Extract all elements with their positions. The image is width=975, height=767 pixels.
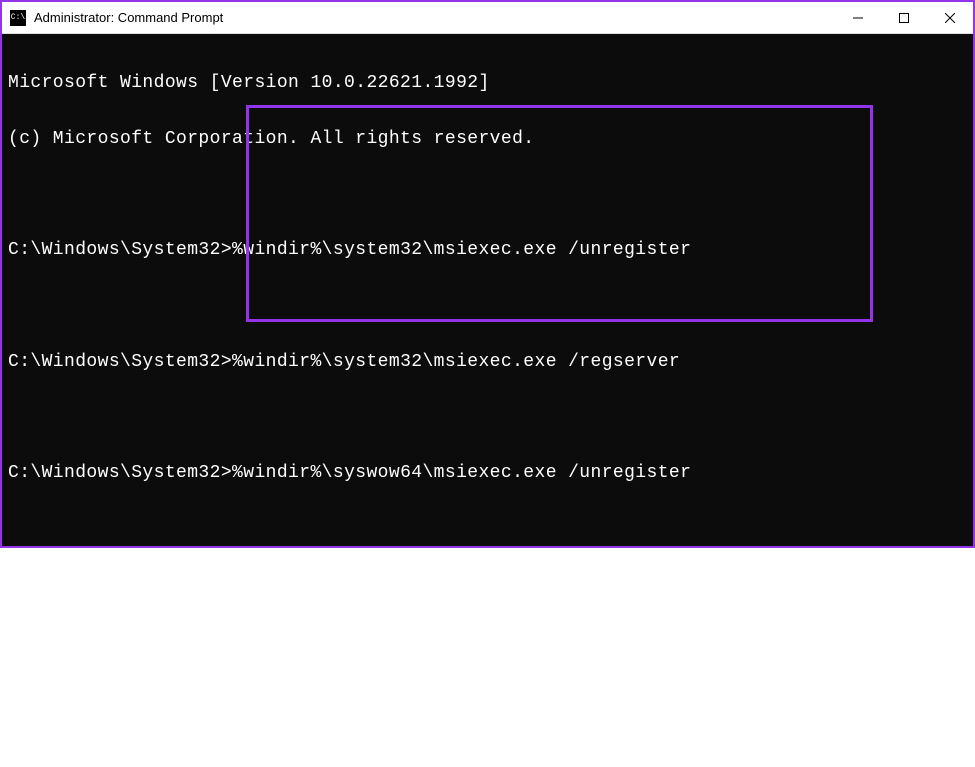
prompt-text: C:\Windows\System32> xyxy=(8,463,232,483)
window-title: Administrator: Command Prompt xyxy=(34,10,835,25)
command-text: %windir%\system32\msiexec.exe /unregiste… xyxy=(232,240,691,260)
terminal-line: C:\Windows\System32>%windir%\system32\ms… xyxy=(8,349,967,377)
prompt-text: C:\Windows\System32> xyxy=(8,686,232,706)
cmd-icon: C:\ xyxy=(10,10,26,26)
terminal-line: (c) Microsoft Corporation. All rights re… xyxy=(8,126,967,154)
terminal-line: C:\Windows\System32>%windir%\syswow64\ms… xyxy=(8,460,967,488)
terminal-blank xyxy=(8,405,967,433)
window-controls xyxy=(835,2,973,34)
terminal-line: Microsoft Windows [Version 10.0.22621.19… xyxy=(8,70,967,98)
prompt-text: C:\Windows\System32> xyxy=(8,352,232,372)
command-text: %windir%\syswow64\msiexec.exe /unregiste… xyxy=(232,463,691,483)
terminal-blank xyxy=(8,628,967,656)
terminal-blank xyxy=(8,516,967,544)
terminal-blank xyxy=(8,293,967,321)
prompt-text: C:\Windows\System32> xyxy=(8,575,232,595)
terminal-line: C:\Windows\System32> xyxy=(8,683,967,711)
cursor-icon xyxy=(232,699,242,702)
terminal-line: C:\Windows\System32>%windir%\syswow64\ms… xyxy=(8,572,967,600)
maximize-button[interactable] xyxy=(881,2,927,34)
prompt-text: C:\Windows\System32> xyxy=(8,240,232,260)
terminal-line: C:\Windows\System32>%windir%\system32\ms… xyxy=(8,237,967,265)
terminal-output[interactable]: Microsoft Windows [Version 10.0.22621.19… xyxy=(2,34,973,546)
command-text: %windir%\system32\msiexec.exe /regserver xyxy=(232,352,680,372)
minimize-button[interactable] xyxy=(835,2,881,34)
command-text: %windir%\syswow64\msiexec.exe /regserver xyxy=(232,575,680,595)
window-titlebar: C:\ Administrator: Command Prompt xyxy=(2,2,973,34)
close-button[interactable] xyxy=(927,2,973,34)
terminal-blank xyxy=(8,181,967,209)
